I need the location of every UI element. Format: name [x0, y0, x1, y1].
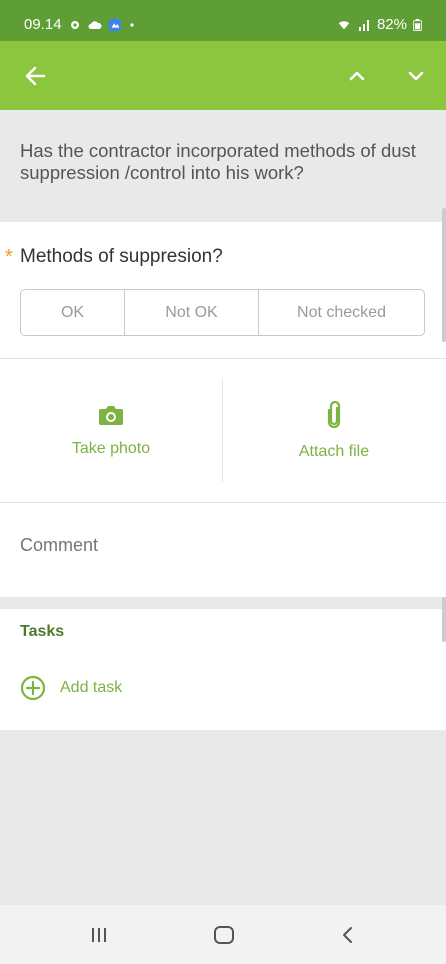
- add-circle-icon: [20, 675, 46, 701]
- comment-input[interactable]: [20, 535, 420, 556]
- recents-button[interactable]: [79, 921, 119, 949]
- attach-file-label: Attach file: [298, 442, 370, 460]
- scroll-indicator: [442, 208, 446, 342]
- wifi-icon: [338, 20, 350, 29]
- scroll-indicator-lower: [442, 597, 446, 642]
- add-task-label: Add task: [60, 679, 123, 696]
- paperclip-icon: [327, 400, 341, 428]
- home-button[interactable]: [204, 921, 244, 949]
- system-nav-bar: [0, 905, 446, 964]
- required-marker: *: [5, 246, 13, 268]
- recents-icon: [92, 928, 106, 942]
- gear-icon: [70, 20, 79, 29]
- section-separator: [0, 597, 446, 609]
- question-text: Has the contractor incorporated methods …: [20, 140, 416, 183]
- add-task-button[interactable]: Add task: [20, 675, 122, 701]
- back-button[interactable]: [18, 59, 52, 93]
- camera-icon: [99, 405, 123, 425]
- question-section: Has the contractor incorporated methods …: [0, 110, 446, 222]
- status-bar: 09.14 82%: [0, 0, 446, 41]
- status-left: 09.14: [24, 16, 136, 33]
- chevron-down-icon: [408, 71, 424, 81]
- chevron-up-icon: [349, 71, 365, 81]
- previous-question-button[interactable]: [340, 59, 374, 93]
- take-photo-label: Take photo: [71, 439, 151, 457]
- battery-percent: 82%: [376, 16, 407, 33]
- option-not-checked-button[interactable]: Not checked: [259, 290, 424, 335]
- status-right: 82%: [337, 16, 422, 33]
- home-icon: [214, 926, 234, 944]
- battery-icon: [413, 18, 422, 31]
- answer-card: * Methods of suppresion? OK Not OK Not c…: [0, 208, 446, 359]
- app-badge-icon: [108, 18, 121, 31]
- tasks-card: Tasks Add task: [0, 597, 446, 730]
- option-ok-button[interactable]: OK: [21, 290, 125, 335]
- next-question-button[interactable]: [399, 59, 433, 93]
- tasks-title: Tasks: [20, 623, 65, 640]
- take-photo-button[interactable]: Take photo: [0, 379, 222, 482]
- system-back-button[interactable]: [328, 921, 368, 949]
- media-card: Take photo Attach file: [0, 359, 446, 503]
- back-arrow-icon: [25, 66, 46, 86]
- dot-icon: [129, 22, 134, 27]
- signal-icon: [358, 19, 369, 31]
- cloud-icon: [88, 20, 102, 29]
- app-bar: [0, 41, 446, 110]
- option-not-ok-button[interactable]: Not OK: [125, 290, 259, 335]
- attach-file-button[interactable]: Attach file: [223, 379, 445, 482]
- back-icon: [343, 927, 352, 943]
- answer-label: Methods of suppresion?: [20, 246, 223, 267]
- comment-card: [0, 503, 446, 597]
- status-time: 09.14: [24, 16, 62, 33]
- answer-options: OK Not OK Not checked: [20, 289, 425, 336]
